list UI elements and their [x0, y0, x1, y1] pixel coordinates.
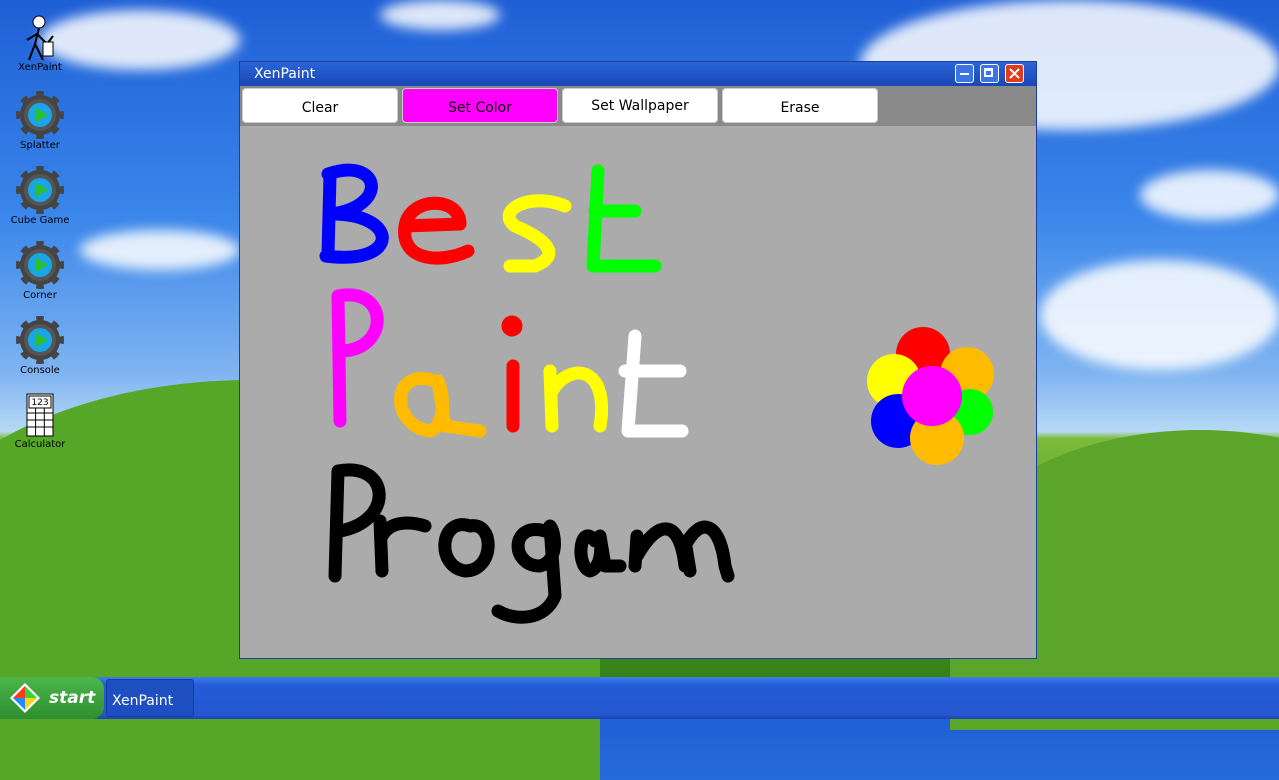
- window-titlebar[interactable]: XenPaint: [240, 62, 1036, 86]
- maximize-icon: [984, 68, 993, 77]
- taskbar: start XenPaint: [0, 677, 1279, 719]
- desktop-icon-calculator[interactable]: 123 Calculator: [5, 393, 75, 450]
- letter-e-stroke: [398, 196, 475, 265]
- letter-b-stroke: [319, 163, 389, 264]
- set-color-button[interactable]: Set Color: [402, 88, 558, 123]
- desktop-icon-label: Console: [20, 365, 60, 376]
- letter-a-stroke: [394, 372, 487, 438]
- desktop-icon-label: Cube Game: [10, 215, 70, 226]
- gear-play-icon: [16, 91, 64, 139]
- letter-s-stroke: [502, 194, 572, 273]
- gear-play-icon: [16, 166, 64, 214]
- desktop-icon-label: Calculator: [14, 439, 66, 450]
- desktop-icon-label: Corner: [23, 290, 57, 301]
- letter-t-stroke: [586, 164, 662, 273]
- minimize-button[interactable]: [955, 64, 974, 83]
- letter-t2-stroke: [618, 329, 689, 438]
- calculator-display: 123: [31, 398, 48, 408]
- set-wallpaper-button[interactable]: Set Wallpaper: [562, 88, 718, 123]
- calculator-icon: 123: [26, 393, 54, 437]
- desktop-icon-label: Splatter: [20, 140, 60, 151]
- paint-canvas[interactable]: [240, 126, 1036, 658]
- close-icon: [1009, 68, 1020, 79]
- letter-n-stroke: [543, 364, 608, 433]
- letter-p-stroke: [331, 288, 384, 428]
- xenpaint-window: XenPaint Clear Set Color Set Wallpaper E…: [239, 61, 1037, 659]
- window-title: XenPaint: [254, 66, 316, 82]
- gear-play-icon: [16, 316, 64, 364]
- desktop-icon-splatter[interactable]: Splatter: [5, 91, 75, 151]
- minimize-icon: [960, 73, 969, 75]
- desktop-icon-corner[interactable]: Corner: [5, 241, 75, 301]
- letter-i-dot: [501, 315, 523, 337]
- toolbar: Clear Set Color Set Wallpaper Erase: [240, 86, 1036, 126]
- desktop-icon-xenpaint[interactable]: XenPaint: [5, 14, 75, 73]
- start-button[interactable]: start: [0, 677, 104, 719]
- word-program-stroke: [328, 463, 735, 624]
- maximize-button[interactable]: [980, 64, 999, 83]
- erase-button[interactable]: Erase: [722, 88, 878, 123]
- canvas-drawing: [319, 163, 994, 624]
- gear-play-icon: [16, 241, 64, 289]
- close-button[interactable]: [1005, 64, 1024, 83]
- desktop-icon-console[interactable]: Console: [5, 316, 75, 376]
- start-label: start: [49, 688, 96, 708]
- flower-drawing: [867, 327, 994, 465]
- desktop-icon-cube-game[interactable]: Cube Game: [5, 166, 75, 226]
- xenpaint-icon: [26, 15, 54, 61]
- windows-logo-icon: [10, 683, 40, 713]
- taskbar-item-xenpaint[interactable]: XenPaint: [106, 679, 194, 717]
- clear-button[interactable]: Clear: [242, 88, 398, 123]
